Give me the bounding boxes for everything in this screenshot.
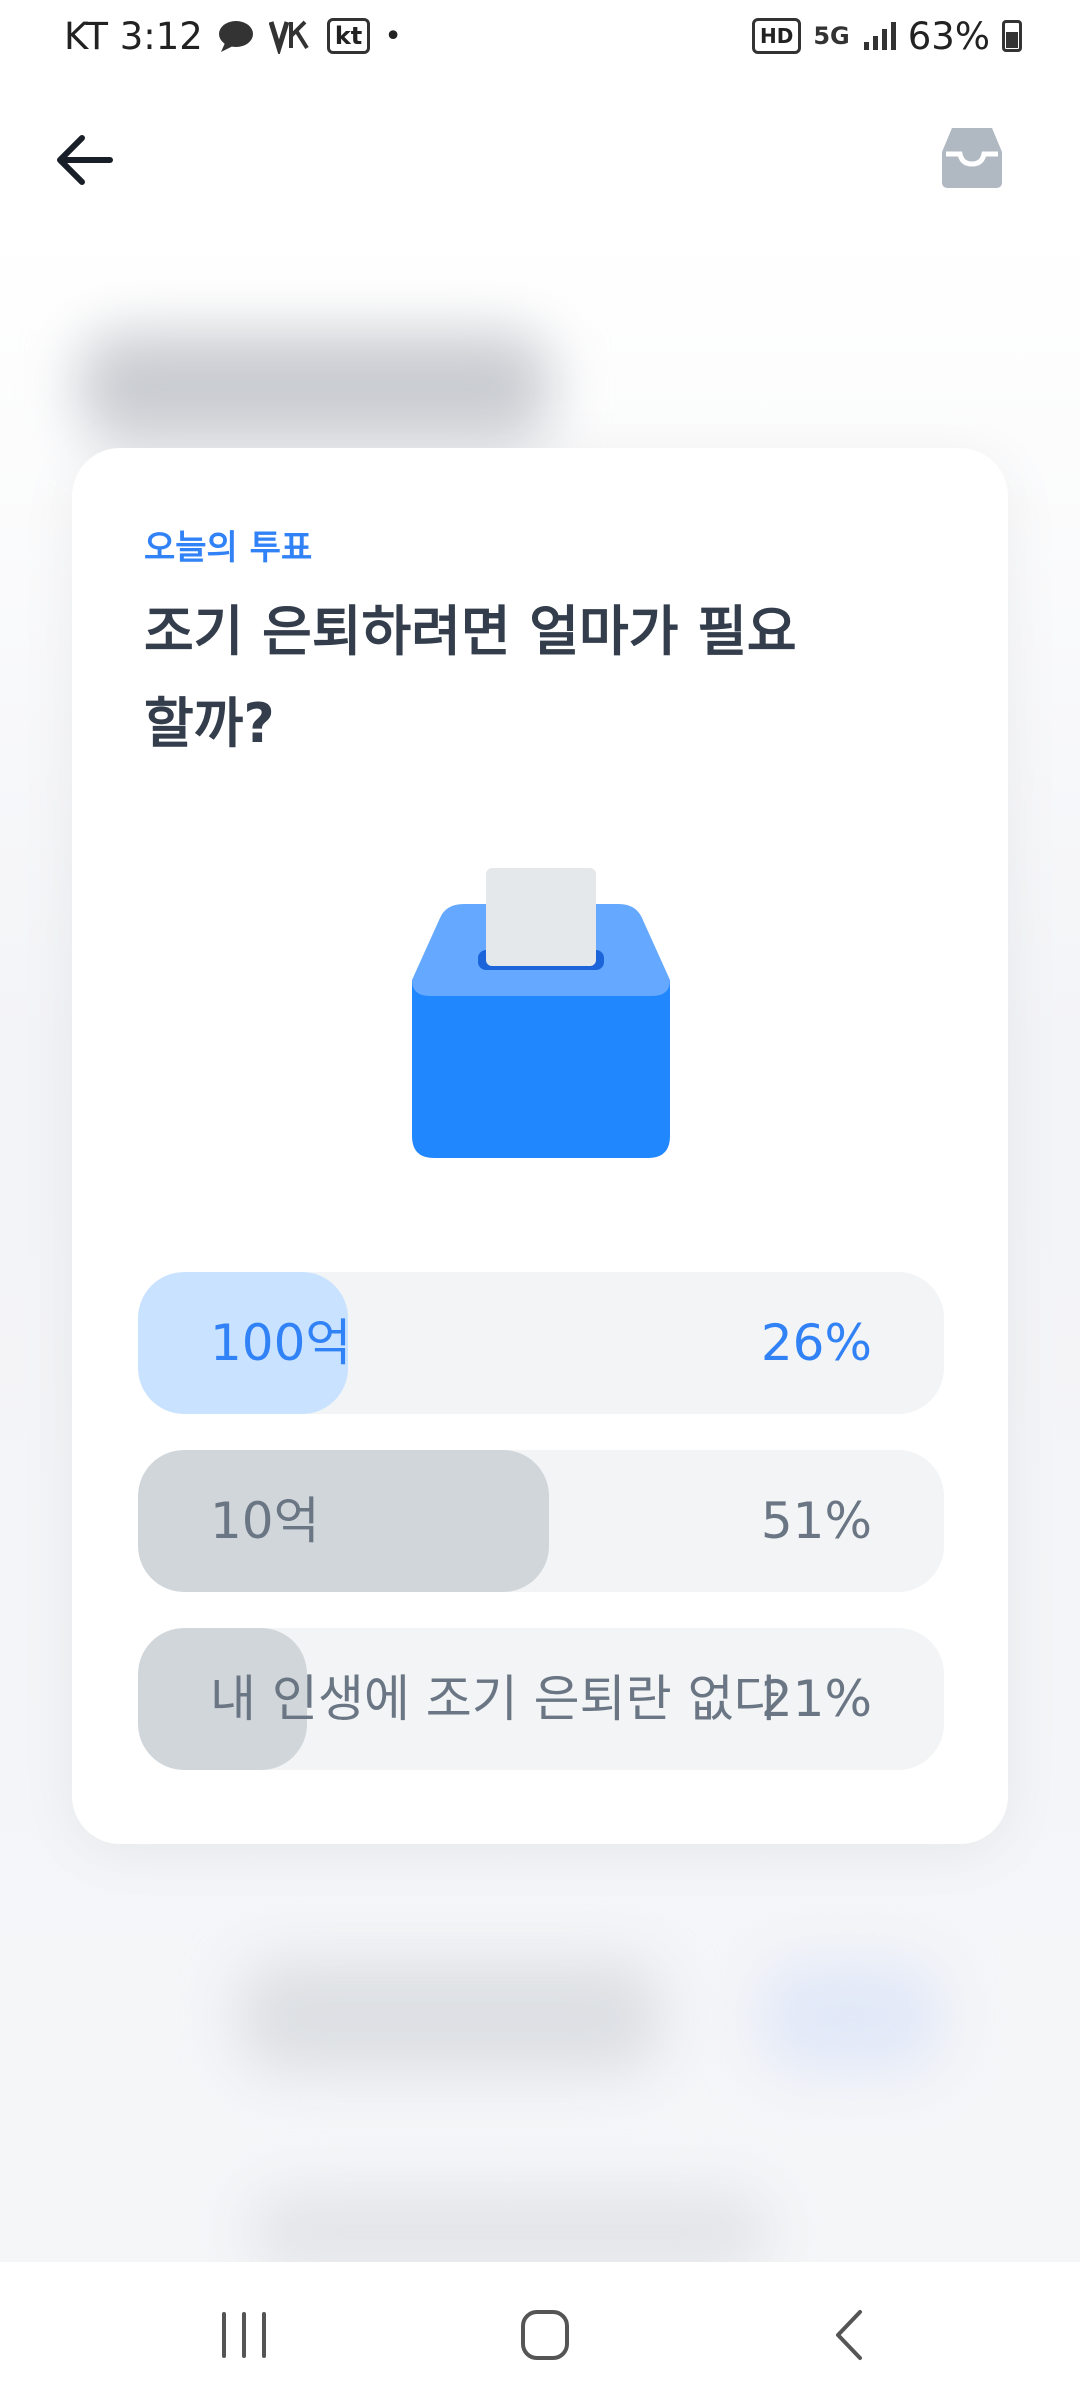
poll-option-10eok[interactable]: 10억 51%	[138, 1450, 944, 1592]
poll-option-percent: 51%	[760, 1492, 872, 1550]
battery-percent: 63%	[907, 14, 990, 58]
notification-dot: •	[384, 18, 402, 54]
arrow-left-icon[interactable]	[48, 122, 124, 198]
signal-icon	[863, 22, 896, 50]
recent-apps-icon[interactable]	[204, 2300, 284, 2370]
hd-icon: HD	[752, 18, 802, 54]
inbox-tray-icon[interactable]	[932, 118, 1012, 198]
poll-option-no-early-retirement[interactable]: 내 인생에 조기 은퇴란 없다 21%	[138, 1628, 944, 1770]
blurred-button	[760, 1962, 940, 2072]
poll-eyebrow: 오늘의 투표	[144, 528, 313, 568]
poll-option-100eok[interactable]: 100억 26%	[138, 1272, 944, 1414]
ballot-box-icon	[412, 868, 670, 1158]
poll-option-percent: 21%	[760, 1670, 872, 1728]
kt-icon: kt	[326, 18, 371, 54]
poll-option-label: 100억	[210, 1314, 352, 1372]
blurred-heading	[80, 332, 550, 442]
poll-title: 조기 은퇴하려면 얼마가 필요할까?	[144, 600, 797, 755]
home-icon[interactable]	[505, 2300, 585, 2370]
battery-icon	[1002, 20, 1022, 52]
poll-option-label: 10억	[210, 1492, 320, 1550]
back-chevron-icon[interactable]	[808, 2300, 888, 2370]
volte-icon	[268, 20, 309, 54]
status-right: HD 5G 63%	[752, 14, 1022, 58]
system-nav-bar	[0, 2262, 1080, 2408]
poll-card: 오늘의 투표 조기 은퇴하려면 얼마가 필요할까? 100억 26% 10억 5…	[72, 448, 1008, 1844]
poll-option-bar	[138, 1450, 550, 1592]
5g-icon: 5G	[813, 22, 850, 50]
blurred-text	[250, 2192, 770, 2272]
app-bar	[0, 72, 1080, 232]
carrier-time: KT 3:12	[64, 14, 203, 58]
chat-bubble-icon	[218, 21, 253, 52]
blurred-text	[240, 1962, 660, 2072]
status-bar: KT 3:12 kt • HD 5G 63%	[0, 0, 1080, 72]
poll-option-label: 내 인생에 조기 은퇴란 없다	[210, 1670, 780, 1728]
poll-option-percent: 26%	[760, 1314, 872, 1372]
status-left: KT 3:12 kt •	[64, 14, 402, 58]
